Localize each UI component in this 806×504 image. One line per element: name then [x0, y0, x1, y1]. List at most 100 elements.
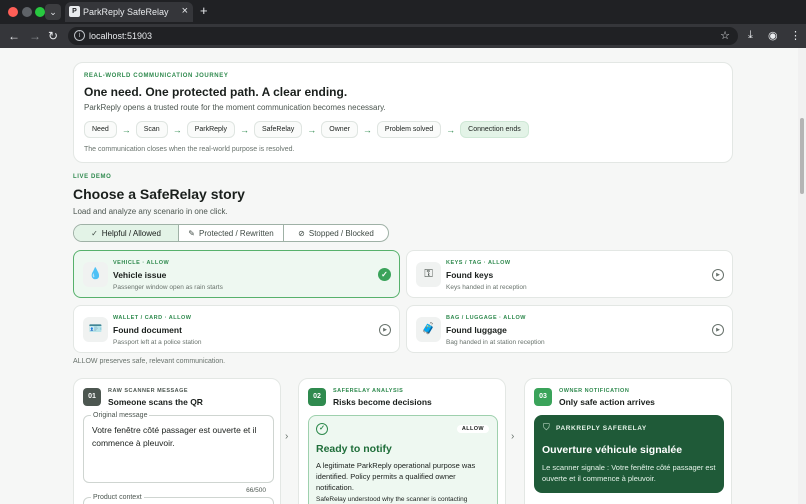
journey-step: ParkReply [186, 121, 235, 138]
tab-search-chevron-icon[interactable]: ⌄ [45, 4, 61, 20]
story-card-found-keys[interactable]: ⚿ KEYS / TAG · ALLOW Found keys Keys han… [406, 250, 733, 298]
demo-eyebrow: LIVE DEMO [73, 174, 112, 180]
key-icon: ⚿ [416, 262, 441, 287]
download-icon[interactable]: ⤓ [748, 29, 753, 42]
filter-label: Protected / Rewritten [199, 228, 274, 238]
story-name: Found luggage [446, 325, 507, 335]
filter-protected-rewritten[interactable]: ✎ Protected / Rewritten [179, 225, 284, 241]
page-content: REAL-WORLD COMMUNICATION JOURNEY One nee… [0, 48, 806, 504]
saferelay-analysis-panel: 02 SAFERELAY ANALYSIS Risks become decis… [298, 378, 506, 504]
panel-tag: SAFERELAY ANALYSIS [333, 388, 404, 394]
minimize-window-button[interactable] [22, 7, 32, 17]
close-window-button[interactable] [8, 7, 18, 17]
browser-toolbar: ← → ↻ i localhost:51903 ☆ ⤓ ◉ ⋮ [0, 24, 806, 48]
panel-title: Only safe action arrives [559, 397, 655, 407]
scanner-message-panel: 01 RAW SCANNER MESSAGE Someone scans the… [73, 378, 281, 504]
story-name: Found keys [446, 270, 494, 280]
story-tag: VEHICLE · ALLOW [113, 260, 170, 266]
forward-arrow-icon[interactable]: → [29, 28, 41, 44]
story-tag: BAG / LUGGAGE · ALLOW [446, 315, 526, 321]
panel-tag: OWNER NOTIFICATION [559, 388, 630, 394]
blocked-icon: ⊘ [298, 228, 305, 238]
journey-step: SafeRelay [254, 121, 303, 138]
arrow-right-icon: → [121, 124, 131, 135]
chevron-right-icon: › [285, 431, 289, 442]
arrow-right-icon: → [172, 124, 182, 135]
new-tab-icon[interactable]: + [200, 3, 208, 18]
story-filter-group: ✓ Helpful / Allowed ✎ Protected / Rewrit… [73, 224, 389, 242]
filter-stopped-blocked[interactable]: ⊘ Stopped / Blocked [284, 225, 388, 241]
raindrop-icon: 💧 [83, 262, 108, 287]
step-number: 01 [83, 388, 101, 406]
original-message-textarea[interactable]: Votre fenêtre côté passager est ouverte … [83, 415, 274, 483]
decision-badge: ALLOW [456, 425, 489, 433]
luggage-icon: 🧳 [416, 317, 441, 342]
story-card-vehicle-issue[interactable]: 💧 VEHICLE · ALLOW Vehicle issue Passenge… [73, 250, 400, 298]
filter-label: Stopped / Blocked [308, 228, 374, 238]
shield-icon: ⛉ [543, 422, 550, 432]
result-body: A legitimate ParkReply operational purpo… [316, 461, 476, 492]
scrollbar-thumb[interactable] [800, 118, 804, 194]
story-name: Vehicle issue [113, 270, 167, 280]
panel-tag: RAW SCANNER MESSAGE [108, 388, 189, 394]
story-tag: KEYS / TAG · ALLOW [446, 260, 511, 266]
arrow-right-icon: → [307, 124, 317, 135]
journey-card: REAL-WORLD COMMUNICATION JOURNEY One nee… [73, 62, 733, 163]
story-desc: Passenger window open as rain starts [113, 284, 223, 291]
reload-icon[interactable]: ↻ [48, 28, 58, 44]
story-tag: WALLET / CARD · ALLOW [113, 315, 192, 321]
panel-title: Risks become decisions [333, 397, 432, 407]
address-bar[interactable]: i localhost:51903 ☆ [68, 27, 738, 45]
check-circle-icon: ✓ [91, 228, 98, 238]
story-desc: Keys handed in at reception [446, 284, 527, 291]
chevron-right-icon: › [511, 431, 515, 442]
play-icon[interactable]: ▶ [712, 269, 724, 281]
journey-step: Owner [321, 121, 358, 138]
allow-note: ALLOW preserves safe, relevant communica… [73, 358, 226, 365]
magic-wand-icon: ✎ [188, 228, 195, 238]
bookmark-star-icon[interactable]: ☆ [720, 29, 730, 42]
journey-eyebrow: REAL-WORLD COMMUNICATION JOURNEY [84, 73, 229, 79]
character-counter: 66/500 [246, 487, 266, 494]
notification-title: Ouverture véhicule signalée [542, 444, 683, 456]
profile-icon[interactable]: ◉ [768, 29, 778, 42]
journey-step-final: Connection ends [460, 121, 529, 138]
arrow-right-icon: → [362, 124, 372, 135]
owner-notification-panel: 03 OWNER NOTIFICATION Only safe action a… [524, 378, 732, 504]
step-number: 03 [534, 388, 552, 406]
arrow-right-icon: → [240, 124, 249, 135]
journey-step: Need [84, 121, 117, 138]
browser-tab-bar: ⌄ P ParkReply SafeRelay × + [0, 0, 806, 24]
arrow-right-icon: → [446, 124, 456, 135]
browser-menu-icon[interactable]: ⋮ [790, 29, 801, 42]
play-icon[interactable]: ▶ [712, 324, 724, 336]
story-desc: Bag handed in at station reception [446, 339, 545, 346]
result-title: Ready to notify [316, 443, 392, 455]
result-explanation: SafeRelay understood why the scanner is … [316, 496, 468, 503]
analysis-result-card: ✓ ALLOW Ready to notify A legitimate Par… [308, 415, 498, 504]
panel-title: Someone scans the QR [108, 397, 203, 407]
maximize-window-button[interactable] [35, 7, 45, 17]
page-scrollbar[interactable] [798, 48, 806, 504]
close-tab-icon[interactable]: × [182, 5, 188, 17]
journey-footnote: The communication closes when the real-w… [84, 146, 295, 153]
play-icon[interactable]: ▶ [379, 324, 391, 336]
id-card-icon: 🪪 [83, 317, 108, 342]
filter-helpful-allowed[interactable]: ✓ Helpful / Allowed [74, 225, 179, 241]
product-context-label: Product context [91, 494, 144, 501]
journey-title: One need. One protected path. A clear en… [84, 85, 348, 99]
selected-check-icon: ✓ [378, 268, 391, 281]
story-card-found-luggage[interactable]: 🧳 BAG / LUGGAGE · ALLOW Found luggage Ba… [406, 305, 733, 353]
favicon-icon: P [69, 6, 80, 17]
back-arrow-icon[interactable]: ← [8, 28, 20, 44]
browser-tab-active[interactable]: P ParkReply SafeRelay × [65, 2, 193, 22]
story-desc: Passport left at a police station [113, 339, 202, 346]
address-url[interactable]: localhost:51903 [89, 31, 152, 41]
journey-lead: ParkReply opens a trusted route for the … [84, 103, 386, 112]
journey-step: Problem solved [376, 121, 442, 138]
story-card-found-document[interactable]: 🪪 WALLET / CARD · ALLOW Found document P… [73, 305, 400, 353]
site-info-icon[interactable]: i [74, 30, 85, 41]
notification-preview: ⛉ PARKREPLY SAFERELAY Ouverture véhicule… [534, 415, 724, 493]
check-circle-icon: ✓ [316, 423, 328, 435]
demo-title: Choose a SafeRelay story [73, 186, 245, 202]
